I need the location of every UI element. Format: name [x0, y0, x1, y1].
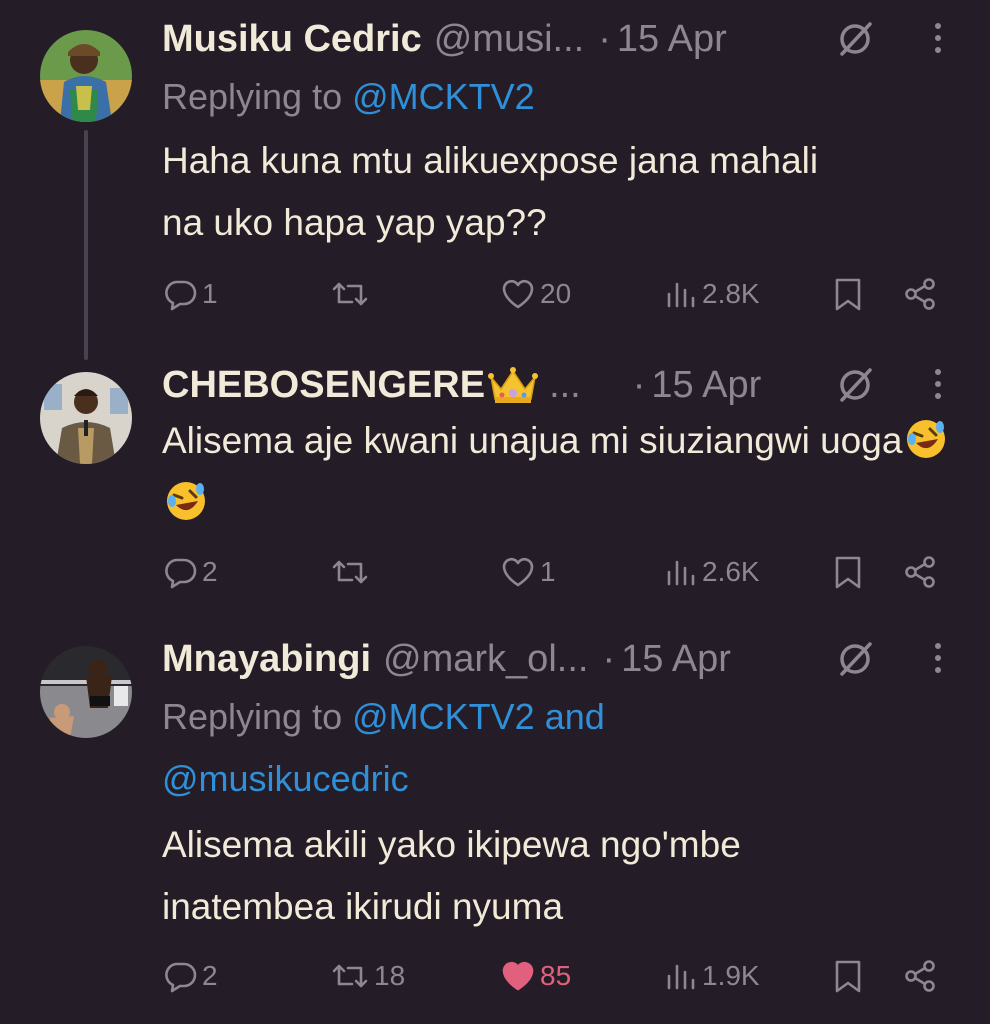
share-icon — [905, 556, 935, 588]
retweet-count: 18 — [374, 960, 406, 991]
heart-icon — [502, 961, 534, 991]
rolling-on-floor-laughing-emoji — [907, 420, 946, 458]
views-button[interactable]: 1.9K — [664, 954, 760, 998]
grok-icon[interactable] — [834, 638, 876, 680]
view-count: 2.8K — [702, 278, 760, 309]
tweet-text-line: inatembea ikirudi nyuma — [162, 886, 564, 927]
replying-to: Replying to @MCKTV2 and — [162, 686, 605, 748]
share-icon — [905, 278, 935, 310]
reply-count: 2 — [202, 960, 218, 991]
views-icon — [667, 964, 695, 990]
views-icon — [667, 560, 695, 586]
reply-count: 2 — [202, 556, 218, 587]
avatar[interactable] — [40, 372, 132, 464]
reply-icon — [165, 280, 197, 311]
username[interactable]: @musi... — [434, 18, 584, 61]
tweet-header: Mnayabingi @mark_ol... · 15 Apr — [162, 634, 942, 684]
reply-button[interactable]: 1 — [162, 272, 218, 316]
bookmark-icon — [835, 278, 861, 311]
view-count: 1.9K — [702, 960, 760, 991]
like-count: 20 — [540, 278, 572, 309]
view-count: 2.6K — [702, 556, 760, 587]
retweet-icon — [332, 282, 368, 306]
action-bar: 2 1 2.6K — [0, 550, 990, 594]
replying-to-continued: @musikucedric — [162, 748, 409, 810]
separator-dot: · — [632, 363, 646, 406]
timestamp[interactable]: 15 Apr — [651, 364, 761, 407]
bookmark-button[interactable] — [832, 272, 864, 316]
timestamp[interactable]: 15 Apr — [617, 18, 727, 61]
share-button[interactable] — [902, 272, 938, 316]
reply-button[interactable]: 2 — [162, 550, 218, 594]
views-button[interactable]: 2.6K — [664, 550, 760, 594]
retweet-icon — [332, 964, 368, 988]
crown-emoji — [488, 367, 539, 403]
grok-icon[interactable] — [834, 18, 876, 60]
replying-prefix: Replying to — [162, 696, 343, 737]
bookmark-icon — [835, 556, 861, 589]
heart-icon — [502, 557, 534, 587]
views-icon — [667, 282, 695, 308]
retweet-button[interactable] — [330, 272, 374, 316]
share-button[interactable] — [902, 550, 938, 594]
reply-icon — [165, 558, 197, 589]
replying-to: Replying to @MCKTV2 — [162, 66, 535, 128]
rolling-on-floor-laughing-emoji — [167, 482, 205, 520]
grok-icon[interactable] — [834, 364, 876, 406]
tweet-text: Alisema aje kwani unajua mi siuziangwi u… — [162, 410, 962, 534]
username[interactable]: @mark_ol... — [383, 638, 588, 681]
reply-count: 1 — [202, 278, 218, 309]
like-count: 85 — [540, 960, 572, 991]
tweet-text-line: Alisema akili yako ikipewa ngo'mbe — [162, 824, 741, 865]
retweet-button[interactable] — [330, 550, 374, 594]
reply-button[interactable]: 2 — [162, 954, 218, 998]
bookmark-button[interactable] — [832, 954, 864, 998]
retweet-icon — [332, 560, 368, 584]
display-name[interactable]: Mnayabingi — [162, 638, 371, 681]
bookmark-icon — [835, 960, 861, 993]
display-name[interactable]: Musiku Cedric — [162, 18, 422, 61]
more-icon[interactable] — [932, 18, 944, 58]
avatar[interactable] — [40, 646, 132, 738]
timestamp[interactable]: 15 Apr — [621, 638, 731, 681]
tweet-header: CHEBOSENGERE ... · 15 Apr — [162, 360, 942, 410]
like-count: 1 — [540, 556, 556, 587]
mention-link[interactable]: @MCKTV2 and — [352, 696, 605, 737]
more-icon[interactable] — [932, 638, 944, 678]
like-button[interactable]: 20 — [500, 272, 571, 316]
separator-dot: · — [602, 637, 616, 680]
replying-prefix: Replying to — [162, 76, 343, 117]
thread-line — [84, 130, 88, 360]
avatar[interactable] — [40, 30, 132, 122]
action-bar: 1 20 2.8K — [0, 272, 990, 316]
like-button[interactable]: 85 — [500, 954, 571, 998]
tweet-text-content: Alisema aje kwani unajua mi siuziangwi u… — [162, 420, 903, 461]
heart-icon — [502, 279, 534, 309]
reply-icon — [165, 962, 197, 993]
tweet-text: Haha kuna mtu alikuexpose jana mahali na… — [162, 140, 819, 243]
bookmark-button[interactable] — [832, 550, 864, 594]
action-bar: 2 18 85 1.9K — [0, 954, 990, 998]
tweet-header: Musiku Cedric @musi... · 15 Apr — [162, 14, 942, 64]
share-button[interactable] — [902, 954, 938, 998]
retweet-button[interactable]: 18 — [330, 954, 405, 998]
mention-link[interactable]: @MCKTV2 — [352, 76, 535, 117]
separator-dot: · — [598, 17, 611, 60]
more-icon[interactable] — [932, 364, 944, 404]
like-button[interactable]: 1 — [500, 550, 556, 594]
tweet-text: Alisema akili yako ikipewa ngo'mbe inate… — [162, 814, 962, 938]
username[interactable]: ... — [549, 364, 581, 407]
display-name[interactable]: CHEBOSENGERE — [162, 364, 485, 407]
mention-link[interactable]: @musikucedric — [162, 758, 409, 799]
share-icon — [905, 960, 935, 992]
views-button[interactable]: 2.8K — [664, 272, 760, 316]
